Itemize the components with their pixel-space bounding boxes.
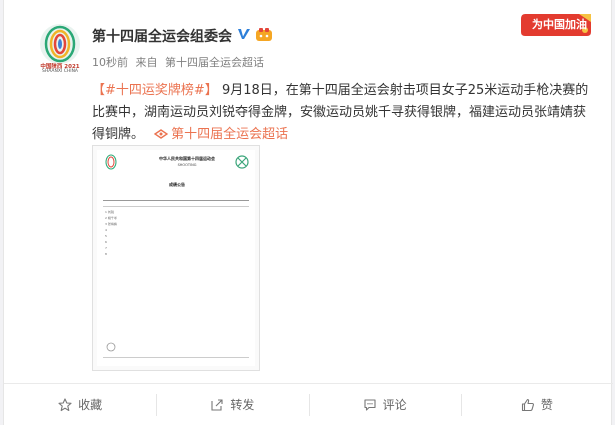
divider	[103, 206, 249, 207]
avatar[interactable]	[38, 22, 82, 66]
table-row: 2 姚千寻	[105, 216, 117, 220]
repost-icon	[211, 398, 223, 411]
results-document: 中华人民共和国第十四届运动会 SHOOTING 成绩公告 1 刘锐 2 姚千寻 …	[97, 150, 255, 366]
comment-label: 评论	[382, 398, 407, 412]
like-thumb-icon	[521, 398, 534, 411]
supertopic-link[interactable]: 第十四届全运会超话	[171, 127, 288, 142]
table-row: 8	[105, 252, 107, 256]
member-badge-icon	[256, 28, 272, 41]
source-prefix: 来自	[135, 56, 158, 69]
divider	[103, 357, 249, 358]
username[interactable]: 第十四届全运会组委会	[92, 26, 232, 46]
table-row: 1 刘锐	[105, 210, 114, 214]
favorite-star-icon	[58, 397, 72, 411]
favorite-label: 收藏	[78, 398, 103, 412]
topic-hashtag[interactable]: 【#十四运奖牌榜#】	[92, 83, 218, 98]
repost-label: 转发	[230, 398, 255, 412]
corner-badge-label: 为中国加油	[532, 18, 587, 31]
comment-icon	[364, 398, 376, 411]
post-image[interactable]: 中华人民共和国第十四届运动会 SHOOTING 成绩公告 1 刘锐 2 姚千寻 …	[92, 145, 260, 371]
avatar-caption-sub: SHAANXI CHINA	[41, 69, 79, 74]
table-row: 5	[105, 234, 107, 238]
post-content: 【#十四运奖牌榜#】 9月18日，在第十四届全运会射击项目女子25米运动手枪决赛…	[92, 80, 592, 146]
supertopic-link-icon	[154, 129, 169, 139]
verified-v-icon	[238, 29, 250, 39]
weibo-card: 中国陕西 2021 SHAANXI CHINA 第十四届全运会组委会 10秒前 …	[3, 0, 613, 425]
post-time[interactable]: 10秒前	[92, 56, 128, 69]
post-meta: 10秒前 来自 第十四届全运会超话	[92, 54, 268, 70]
table-row: 3 张靖婧	[105, 222, 117, 226]
divider	[103, 200, 249, 201]
like-button[interactable]: 赞	[460, 384, 613, 425]
repost-button[interactable]: 转发	[156, 384, 308, 425]
document-subtitle: SHOOTING	[177, 163, 197, 167]
action-bar: 收藏 转发 评论 赞	[4, 383, 613, 425]
post-source[interactable]: 第十四届全运会超话	[165, 56, 264, 69]
favorite-button[interactable]: 收藏	[4, 384, 156, 425]
like-label: 赞	[540, 398, 553, 412]
games-logo-icon	[105, 154, 117, 170]
table-row: 7	[105, 246, 107, 250]
document-heading: 成绩公告	[169, 182, 185, 187]
comment-button[interactable]: 评论	[308, 384, 461, 425]
footer-logo-icon	[106, 342, 116, 352]
document-title: 中华人民共和国第十四届运动会	[159, 156, 215, 161]
table-row: 4	[105, 228, 107, 232]
table-row: 6	[105, 240, 107, 244]
